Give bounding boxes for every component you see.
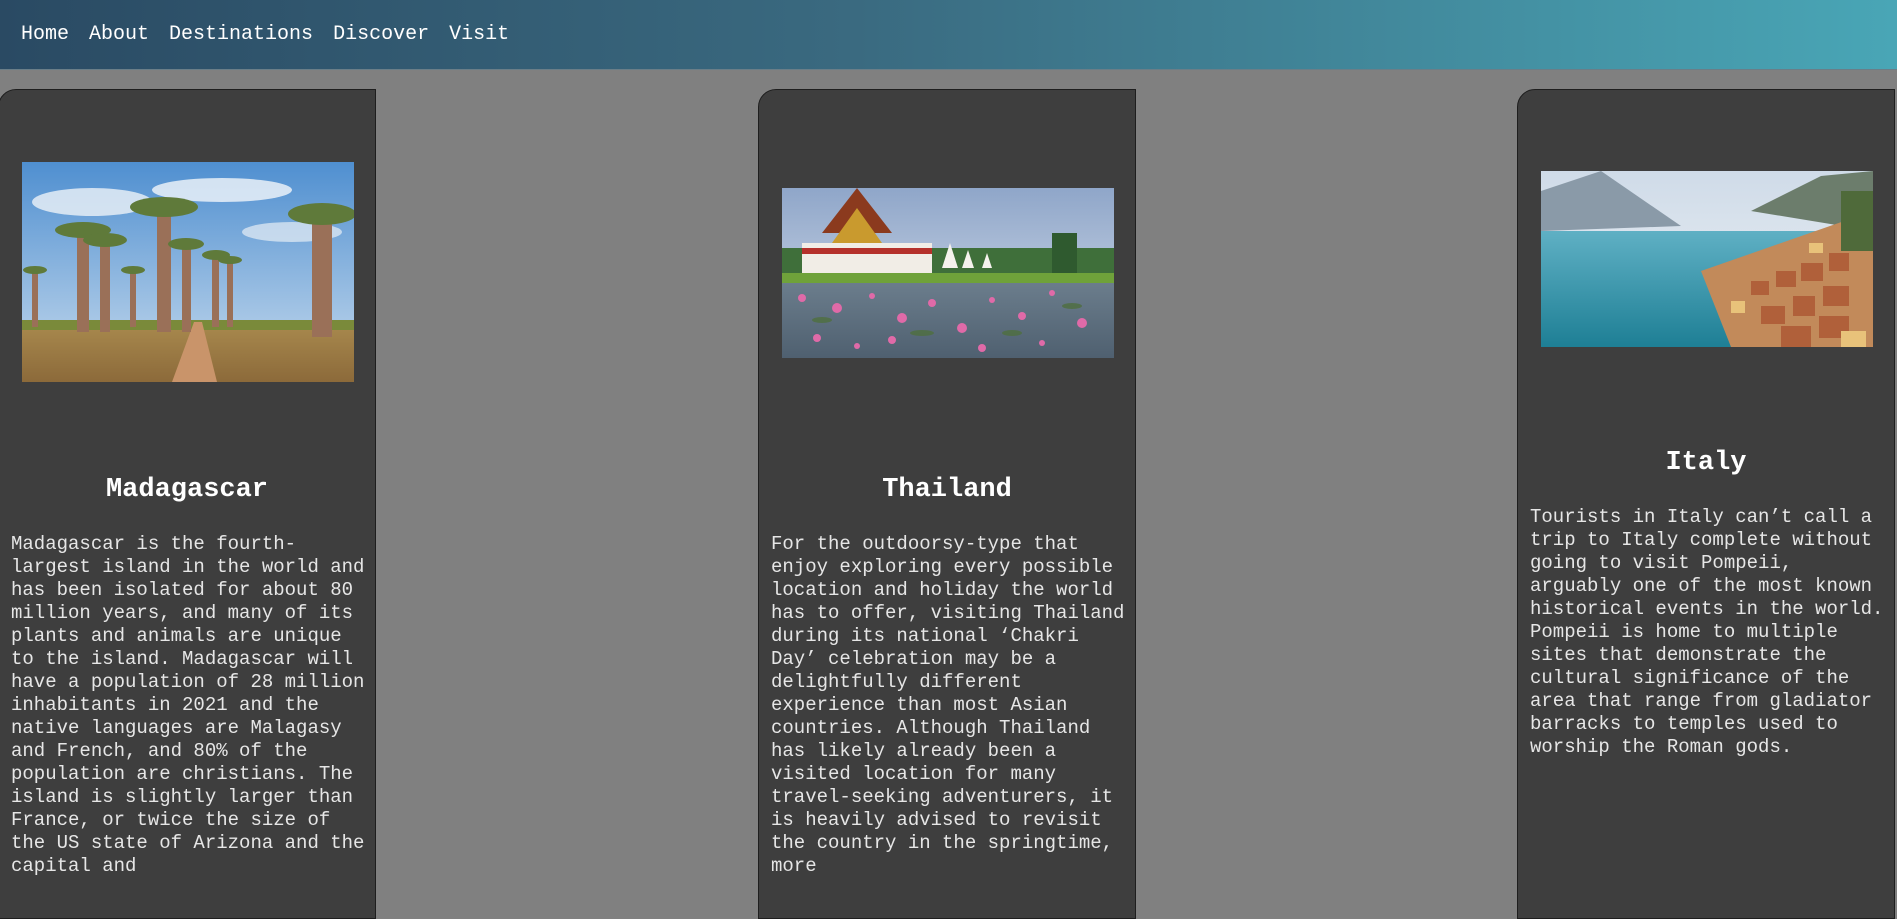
nav-link-destinations[interactable]: Destinations bbox=[169, 23, 313, 46]
nav-link-visit[interactable]: Visit bbox=[449, 23, 509, 46]
destination-card-thailand: Thailand For the outdoorsy-type that enj… bbox=[758, 89, 1136, 919]
destination-title: Italy bbox=[1665, 448, 1747, 478]
destination-card-madagascar: Madagascar Madagascar is the fourth-larg… bbox=[0, 89, 376, 919]
nav-link-discover[interactable]: Discover bbox=[333, 23, 429, 46]
italian-lakeside-town-photo bbox=[1541, 171, 1873, 347]
nav-link-about[interactable]: About bbox=[89, 23, 149, 46]
destination-description: Madagascar is the fourth-largest island … bbox=[11, 533, 365, 877]
destination-description: For the outdoorsy-type that enjoy explor… bbox=[771, 533, 1125, 877]
baobab-avenue-photo bbox=[22, 162, 354, 382]
destination-description: Tourists in Italy can’t call a trip to I… bbox=[1530, 506, 1884, 758]
destination-title: Madagascar bbox=[105, 475, 269, 505]
destination-title: Thailand bbox=[882, 475, 1012, 505]
thai-temple-lotus-pond-photo bbox=[782, 188, 1114, 358]
nav-link-home[interactable]: Home bbox=[21, 23, 69, 46]
destination-card-italy: Italy Tourists in Italy can’t call a tri… bbox=[1517, 89, 1895, 919]
top-navbar: Home About Destinations Discover Visit bbox=[0, 0, 1897, 70]
